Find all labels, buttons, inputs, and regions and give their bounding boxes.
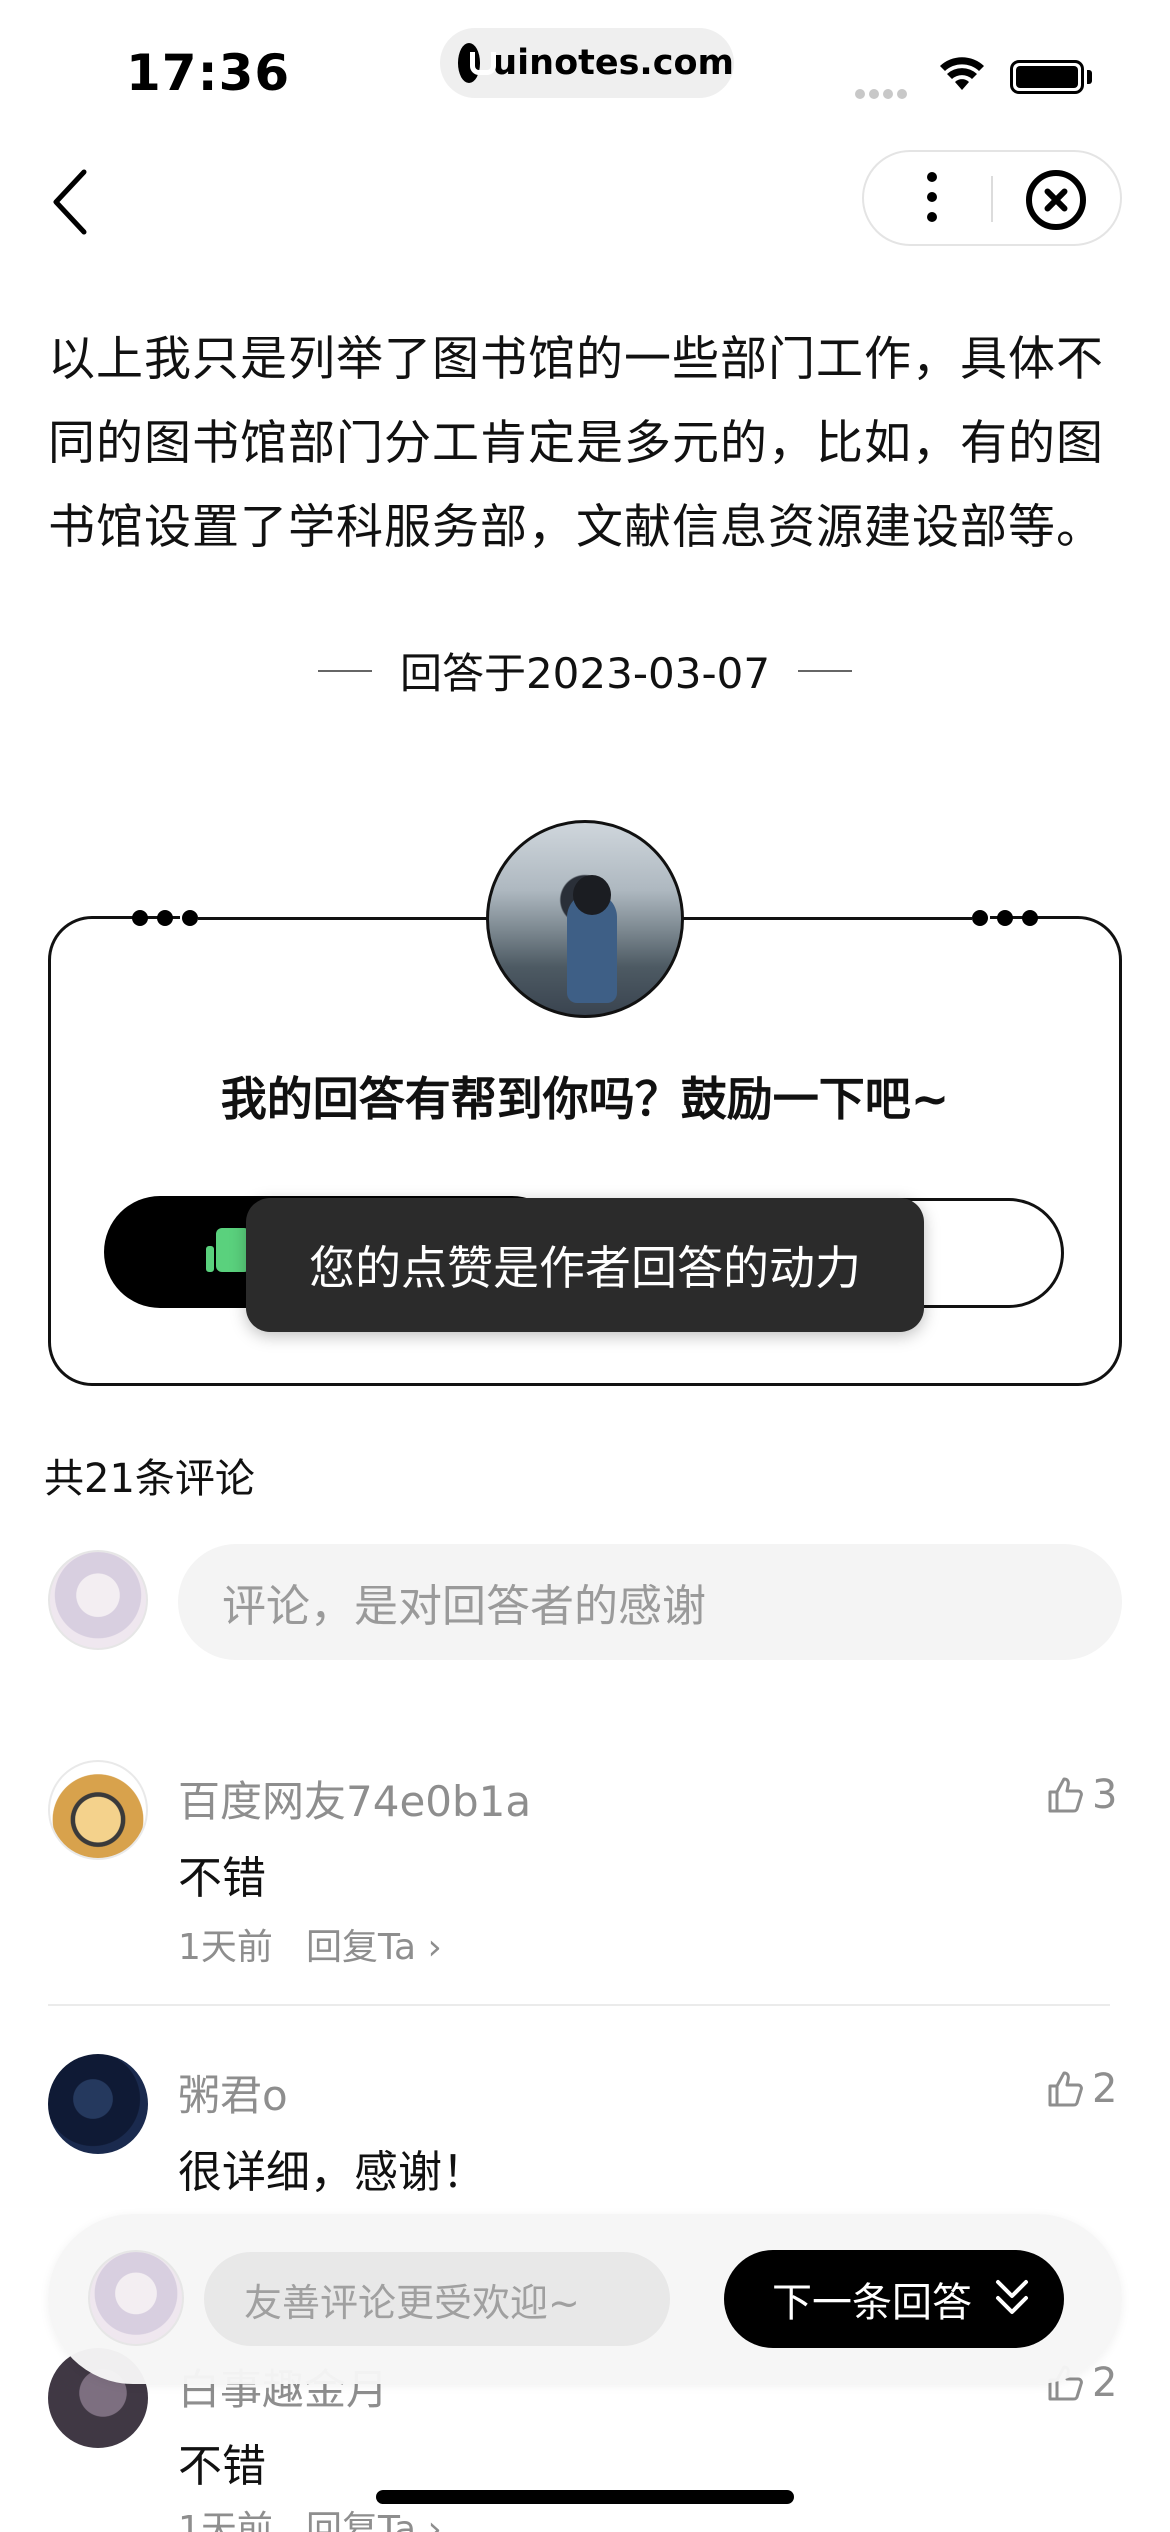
encourage-question: 我的回答有帮到你吗？鼓励一下吧~ [220,1072,950,1126]
thumbs-up-icon [1048,1777,1083,1813]
quick-comment-input[interactable]: 友善评论更受欢迎~ [204,2252,670,2346]
reply-link[interactable]: 回复Ta › [306,2500,442,2532]
mini-program-capsule [862,150,1122,246]
status-time: 17:36 [126,44,291,102]
home-indicator[interactable] [376,2490,794,2504]
back-arrow-icon[interactable] [44,166,100,238]
battery-icon [1010,60,1084,94]
url-pill[interactable]: uinotes.com [440,28,734,98]
comment-count: 共21条评论 [44,1456,255,1502]
comment-input-placeholder: 评论，是对回答者的感谢 [222,1581,706,1632]
answer-date: 回答于2023-03-07 [0,640,1170,701]
cellular-signal-icon [855,84,911,103]
comment-like-count: 2 [1092,2360,1118,2406]
comment-time: 1天前 [178,1927,273,1968]
url-text: uinotes.com [492,43,734,83]
reply-link[interactable]: 回复Ta › [306,1918,442,1970]
site-logo-icon [458,43,497,83]
card-dots-right-icon [972,910,1038,928]
thumbs-up-icon [206,1228,250,1272]
commenter-avatar[interactable] [48,2054,148,2154]
battery-tip [1087,70,1092,84]
comment-like-count: 2 [1092,2066,1118,2112]
comment-like-button[interactable]: 3 [1046,1772,1117,1818]
comment-like-count: 3 [1092,1772,1118,1818]
comment-input[interactable]: 评论，是对回答者的感谢 [178,1544,1122,1660]
card-dots-left-icon [132,910,198,928]
author-avatar[interactable] [486,820,684,1018]
quick-comment-placeholder: 友善评论更受欢迎~ [244,2280,580,2325]
comment-text: 不错 [178,2441,266,2492]
double-chevron-down-icon [996,2280,1028,2314]
more-menu-icon[interactable] [924,166,940,232]
comment-divider [48,2004,1110,2006]
thumbs-up-icon [1048,2071,1083,2107]
comment-text: 不错 [178,1853,266,1904]
wifi-icon [940,57,984,90]
commenter-name[interactable]: 百度网友74e0b1a [178,1768,531,1829]
my-avatar [88,2250,184,2346]
answer-date-text: 回答于2023-03-07 [399,649,771,698]
card-top-line-left [198,917,488,920]
card-top-line-right [682,917,972,920]
commenter-avatar[interactable] [48,1760,148,1860]
commenter-name[interactable]: 粥君o [178,2062,288,2123]
comment-time: 1天前 [178,2509,273,2532]
comment-text: 很详细，感谢！ [178,2147,486,2198]
my-avatar [48,1550,148,1650]
toast-text: 您的点赞是作者回答的动力 [309,1241,861,1295]
close-icon[interactable] [1026,170,1086,230]
toast-message: 您的点赞是作者回答的动力 [246,1198,924,1332]
date-divider-right [798,669,853,672]
capsule-divider [991,176,993,222]
next-answer-button[interactable]: 下一条回答 [724,2250,1064,2348]
comment-like-button[interactable]: 2 [1046,2066,1117,2112]
next-answer-label: 下一条回答 [772,2280,972,2326]
date-divider-left [317,669,372,672]
article-paragraph: 以上我只是列举了图书馆的一些部门工作，具体不同的图书馆部门分工肯定是多元的，比如… [48,332,1104,555]
